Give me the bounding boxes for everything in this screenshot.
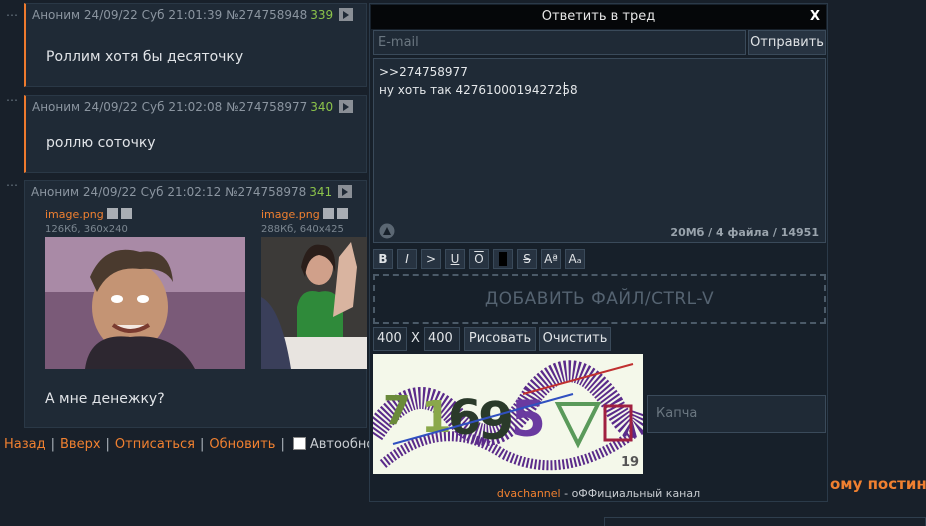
drive-icon[interactable]	[378, 223, 396, 239]
post-reply-count[interactable]: 339	[310, 8, 333, 22]
background-panel	[604, 517, 926, 526]
file-link[interactable]: image.png	[45, 208, 132, 221]
file-name[interactable]: image.png	[261, 208, 320, 221]
dimension-separator: X	[411, 331, 420, 346]
post-date: 24/09/22 Суб 21:02:12	[82, 185, 222, 199]
captcha-image[interactable]: 7 1 6 9 5 19	[373, 354, 643, 474]
reply-form-titlebar[interactable]: Ответить в тред X	[371, 5, 826, 29]
post-text: А мне денежку?	[45, 391, 165, 407]
autoupdate-checkbox[interactable]	[292, 437, 306, 450]
superscript-button[interactable]: Aª	[541, 249, 561, 269]
reply-form-title: Ответить в тред	[541, 9, 656, 24]
separator: |	[280, 437, 285, 452]
file-size-counter: 20Мб / 4 файла / 14951	[670, 226, 819, 239]
canvas-width-input[interactable]: 400	[373, 327, 407, 351]
draw-button[interactable]: Рисовать	[464, 327, 536, 351]
message-textarea[interactable]: >>274758977 ну хоть так 4276100019427258…	[373, 58, 826, 243]
subscript-button[interactable]: Aₐ	[565, 249, 585, 269]
post-number[interactable]: №274758978	[225, 185, 306, 199]
email-field[interactable]: E-mail	[373, 30, 746, 55]
post-menu-dots[interactable]: ⋯	[6, 8, 18, 22]
reply-form-footer: dvachannel - оФФициальный канал	[370, 487, 827, 500]
play-icon[interactable]	[339, 8, 354, 21]
top-link[interactable]: Вверх	[60, 437, 101, 452]
post-header: Аноним 24/09/22 Суб 21:02:12 №274758978 3…	[31, 185, 353, 199]
separator: |	[200, 437, 205, 452]
file-link[interactable]: image.png	[261, 208, 348, 221]
post-date: 24/09/22 Суб 21:01:39	[83, 8, 223, 22]
thread-nav: Назад | Вверх | Отписаться | Обновить | Автообно…	[4, 437, 407, 452]
post-reply-count[interactable]: 340	[310, 100, 333, 114]
message-line: >>274758977	[379, 65, 468, 79]
post: Аноним 24/09/22 Суб 21:02:08 №274758977 3…	[24, 95, 367, 173]
search-icon[interactable]	[322, 208, 334, 219]
file-dropzone[interactable]: ДОБАВИТЬ ФАЙЛ/CTRL-V	[373, 274, 826, 324]
canvas-height-input[interactable]: 400	[424, 327, 460, 351]
play-icon[interactable]	[339, 100, 354, 113]
separator: |	[105, 437, 110, 452]
play-icon[interactable]	[338, 185, 353, 198]
strike-button[interactable]: S	[517, 249, 537, 269]
post-reply-count[interactable]: 341	[309, 185, 332, 199]
spoiler-button[interactable]	[493, 249, 513, 269]
underline-button[interactable]: U	[445, 249, 465, 269]
post-author: Аноним	[32, 100, 81, 114]
overline-button[interactable]: O	[469, 249, 489, 269]
unsubscribe-link[interactable]: Отписаться	[115, 437, 195, 452]
post-text: Роллим хотя бы десяточку	[46, 49, 244, 65]
post-date: 24/09/22 Суб 21:02:08	[83, 100, 223, 114]
footer-text: - оФФициальный канал	[560, 487, 701, 500]
post-menu-dots[interactable]: ⋯	[6, 178, 18, 192]
posting-rules-heading: ому постинга	[830, 475, 926, 493]
svg-text:9: 9	[478, 392, 514, 452]
post-header: Аноним 24/09/22 Суб 21:01:39 №274758948 3…	[32, 8, 354, 22]
close-button[interactable]: X	[810, 5, 820, 29]
post-number[interactable]: №274758977	[226, 100, 307, 114]
clear-button[interactable]: Очистить	[539, 327, 611, 351]
italic-button[interactable]: I	[397, 249, 417, 269]
bold-button[interactable]: B	[373, 249, 393, 269]
file-meta: 126Кб, 360x240	[45, 224, 128, 235]
image-thumbnail[interactable]	[261, 237, 367, 369]
file-name[interactable]: image.png	[45, 208, 104, 221]
captcha-input[interactable]: Капча	[647, 395, 826, 433]
reply-form: Ответить в тред X E-mail Отправить >>274…	[369, 3, 828, 502]
post: Аноним 24/09/22 Суб 21:01:39 №274758948 3…	[24, 3, 367, 87]
separator: |	[50, 437, 55, 452]
submit-button[interactable]: Отправить	[748, 30, 826, 55]
image-thumbnail[interactable]	[45, 237, 245, 369]
svg-text:5: 5	[511, 390, 546, 448]
svg-text:6: 6	[448, 390, 481, 446]
download-icon[interactable]	[120, 208, 132, 219]
back-link[interactable]: Назад	[4, 437, 46, 452]
svg-text:7: 7	[383, 388, 411, 434]
channel-link[interactable]: dvachannel	[497, 487, 561, 500]
post-menu-dots[interactable]: ⋯	[6, 93, 18, 107]
quote-button[interactable]: >	[421, 249, 441, 269]
post-author: Аноним	[31, 185, 80, 199]
text-cursor	[564, 82, 565, 96]
post-number[interactable]: №274758948	[226, 8, 307, 22]
message-line: ну хоть так 4276100019427258	[379, 83, 578, 97]
post-author: Аноним	[32, 8, 81, 22]
post-header: Аноним 24/09/22 Суб 21:02:08 №274758977 3…	[32, 100, 354, 114]
file-meta: 288Кб, 640x425	[261, 224, 344, 235]
post-text: роллю соточку	[46, 135, 156, 151]
post: Аноним 24/09/22 Суб 21:02:12 №274758978 3…	[24, 180, 367, 428]
download-icon[interactable]	[336, 208, 348, 219]
refresh-link[interactable]: Обновить	[209, 437, 275, 452]
search-icon[interactable]	[106, 208, 118, 219]
captcha-number: 19	[621, 455, 639, 470]
